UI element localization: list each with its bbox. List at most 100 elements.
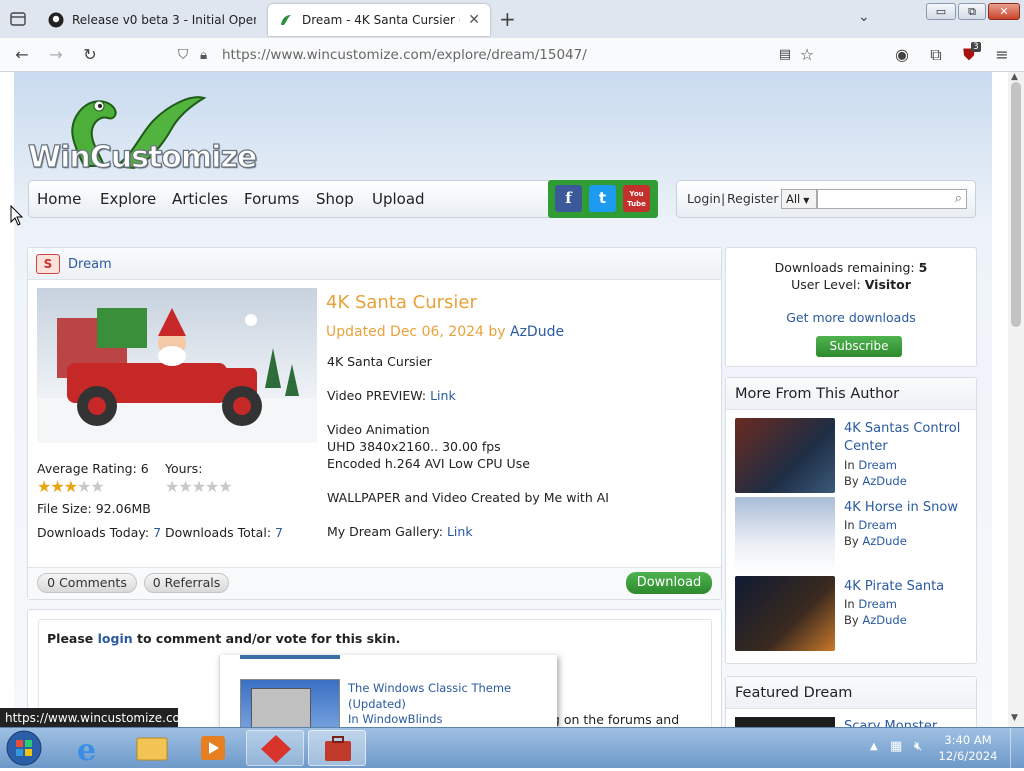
preview-image[interactable] bbox=[37, 288, 317, 443]
popup-item-category[interactable]: In WindowBlinds bbox=[348, 712, 443, 726]
page-scrollbar[interactable]: ▲ ▼ bbox=[1008, 72, 1024, 727]
firefox-taskbar-icon[interactable] bbox=[308, 730, 366, 766]
desc-line: Video Animation bbox=[327, 422, 430, 437]
file-size: File Size: 92.06MB bbox=[37, 501, 151, 516]
gallery-link[interactable]: Link bbox=[447, 524, 473, 539]
close-button[interactable]: ✕ bbox=[988, 3, 1020, 20]
nav-shop[interactable]: Shop bbox=[316, 190, 354, 208]
lock-icon[interactable]: 🔒︎ bbox=[200, 42, 207, 68]
author-item-thumbnail[interactable] bbox=[735, 497, 835, 572]
account-icon[interactable]: ◉ bbox=[891, 44, 913, 66]
network-icon[interactable]: ▦ bbox=[890, 739, 902, 754]
nav-forums[interactable]: Forums bbox=[244, 190, 299, 208]
breadcrumb-dream-link[interactable]: Dream bbox=[68, 257, 112, 272]
author-item-title[interactable]: 4K Horse in Snow bbox=[844, 499, 958, 517]
register-link[interactable]: Register bbox=[727, 191, 778, 206]
skin-detail-panel: S Dream Average Rating: 6 ★★★★★ Yours: ★… bbox=[27, 247, 722, 600]
downloads-total-value[interactable]: 7 bbox=[275, 525, 283, 540]
comments-button[interactable]: 0 Comments bbox=[37, 573, 137, 593]
file-explorer-taskbar-icon[interactable] bbox=[122, 730, 180, 766]
nav-home[interactable]: Home bbox=[37, 190, 81, 208]
login-prompt-link[interactable]: login bbox=[98, 631, 133, 646]
author-link[interactable]: AzDude bbox=[510, 324, 564, 340]
forward-icon[interactable]: → bbox=[45, 44, 67, 66]
author-item-in-link[interactable]: Dream bbox=[858, 597, 897, 611]
featured-header: Featured Dream bbox=[726, 677, 976, 709]
clock-time: 3:40 AM bbox=[944, 733, 992, 747]
author-item-by-link[interactable]: AzDude bbox=[862, 534, 906, 548]
downloads-today-value[interactable]: 7 bbox=[153, 525, 161, 540]
back-icon[interactable]: ← bbox=[11, 44, 33, 66]
downloads-total-label: Downloads Total: bbox=[165, 525, 272, 540]
author-item-title[interactable]: 4K Santas Control Center bbox=[844, 420, 960, 456]
start-button[interactable] bbox=[4, 728, 48, 768]
show-hidden-icons[interactable]: ▲ bbox=[870, 741, 878, 752]
author-item-category: In Dream bbox=[844, 518, 897, 532]
desc-line: UHD 3840x2160.. 30.00 fps bbox=[327, 439, 501, 454]
new-tab-button[interactable]: + bbox=[499, 7, 516, 31]
reload-icon[interactable]: ↻ bbox=[79, 44, 101, 66]
desc-line: My Dream Gallery: Link bbox=[327, 523, 707, 540]
menu-icon[interactable]: ≡ bbox=[991, 44, 1013, 66]
restore-button[interactable]: ⧉ bbox=[958, 3, 986, 20]
dream-category-icon[interactable]: S bbox=[36, 254, 60, 274]
author-item-by: By AzDude bbox=[844, 534, 907, 548]
site-logo[interactable]: WinCustomize bbox=[27, 84, 258, 180]
login-prompt-please: Please bbox=[47, 631, 94, 646]
author-item-title-line: Center bbox=[844, 439, 888, 454]
get-more-downloads-link[interactable]: Get more downloads bbox=[726, 310, 976, 325]
facebook-icon[interactable]: f bbox=[555, 185, 582, 212]
search-input[interactable]: ⌕ bbox=[817, 189, 967, 209]
clock[interactable]: 3:40 AM 12/6/2024 bbox=[938, 732, 998, 764]
minimize-button[interactable]: ▭ bbox=[926, 3, 956, 20]
nav-articles[interactable]: Articles bbox=[172, 190, 228, 208]
tab-release[interactable]: Release v0 beta 3 - Initial Open bbox=[38, 4, 266, 36]
referrals-button[interactable]: 0 Referrals bbox=[144, 573, 229, 593]
your-rating-stars[interactable]: ★★★★★ bbox=[165, 477, 233, 496]
star-filled-icon: ★ bbox=[50, 477, 64, 496]
desc-line: Encoded h.264 AVI Low CPU Use bbox=[327, 456, 530, 471]
windows-logo-icon bbox=[6, 730, 42, 766]
author-item-thumbnail[interactable] bbox=[735, 576, 835, 651]
author-item-by-link[interactable]: AzDude bbox=[862, 613, 906, 627]
media-player-taskbar-icon[interactable] bbox=[184, 730, 242, 766]
scrollbar-thumb[interactable] bbox=[1011, 82, 1021, 327]
desc-line: WALLPAPER and Video Created by Me with A… bbox=[327, 490, 609, 505]
address-bar[interactable]: ⛉ 🔒︎ https://www.wincustomize.com/explor… bbox=[172, 42, 820, 68]
author-item-by-link[interactable]: AzDude bbox=[862, 474, 906, 488]
tab-title: Release v0 beta 3 - Initial Open bbox=[72, 13, 256, 27]
twitter-icon[interactable]: t bbox=[589, 185, 616, 212]
search-scope-select[interactable]: All ▼ bbox=[781, 189, 817, 209]
author-item-in-link[interactable]: Dream bbox=[858, 518, 897, 532]
scroll-up-icon[interactable]: ▲ bbox=[1011, 72, 1018, 82]
search-icon[interactable]: ⌕ bbox=[955, 191, 962, 206]
popup-item-title[interactable]: The Windows Classic Theme (Updated) bbox=[348, 680, 511, 712]
author-item-thumbnail[interactable] bbox=[735, 418, 835, 493]
tab-list-icon[interactable] bbox=[8, 9, 28, 29]
show-desktop-button[interactable] bbox=[1010, 728, 1024, 768]
author-item-in-link[interactable]: Dream bbox=[858, 458, 897, 472]
tab-close-icon[interactable]: ✕ bbox=[468, 12, 480, 28]
app-taskbar-icon[interactable] bbox=[246, 730, 304, 766]
classic-window-preview bbox=[251, 688, 311, 732]
list-all-tabs-icon[interactable]: ⌄ bbox=[858, 9, 870, 25]
scroll-down-icon[interactable]: ▼ bbox=[1011, 713, 1018, 723]
internet-explorer-taskbar-icon[interactable]: e bbox=[60, 730, 118, 768]
tab-dream[interactable]: Dream - 4K Santa Cursier (FREE ✕ bbox=[268, 4, 490, 36]
extensions-icon[interactable]: ⧉ bbox=[925, 44, 947, 66]
popup-item-title-line: The Windows Classic Theme bbox=[348, 681, 512, 695]
login-link[interactable]: Login bbox=[687, 191, 721, 206]
nav-explore[interactable]: Explore bbox=[100, 190, 156, 208]
subscribe-button[interactable]: Subscribe bbox=[816, 336, 902, 357]
youtube-icon[interactable]: You Tube bbox=[623, 185, 650, 212]
nav-upload[interactable]: Upload bbox=[372, 190, 425, 208]
author-item-title[interactable]: 4K Pirate Santa bbox=[844, 578, 944, 596]
shield-icon[interactable]: ⛉ bbox=[178, 42, 188, 68]
download-button[interactable]: Download bbox=[626, 572, 712, 594]
bookmark-star-icon[interactable]: ☆ bbox=[796, 44, 818, 66]
downloads-panel: Downloads remaining: 5 User Level: Visit… bbox=[725, 247, 977, 367]
video-preview-link[interactable]: Link bbox=[430, 388, 456, 403]
updated-line: Updated Dec 06, 2024 by AzDude bbox=[326, 324, 564, 340]
reader-view-icon[interactable]: ▤ bbox=[774, 44, 796, 66]
volume-muted-icon[interactable]: 🔇︎ bbox=[914, 739, 922, 754]
